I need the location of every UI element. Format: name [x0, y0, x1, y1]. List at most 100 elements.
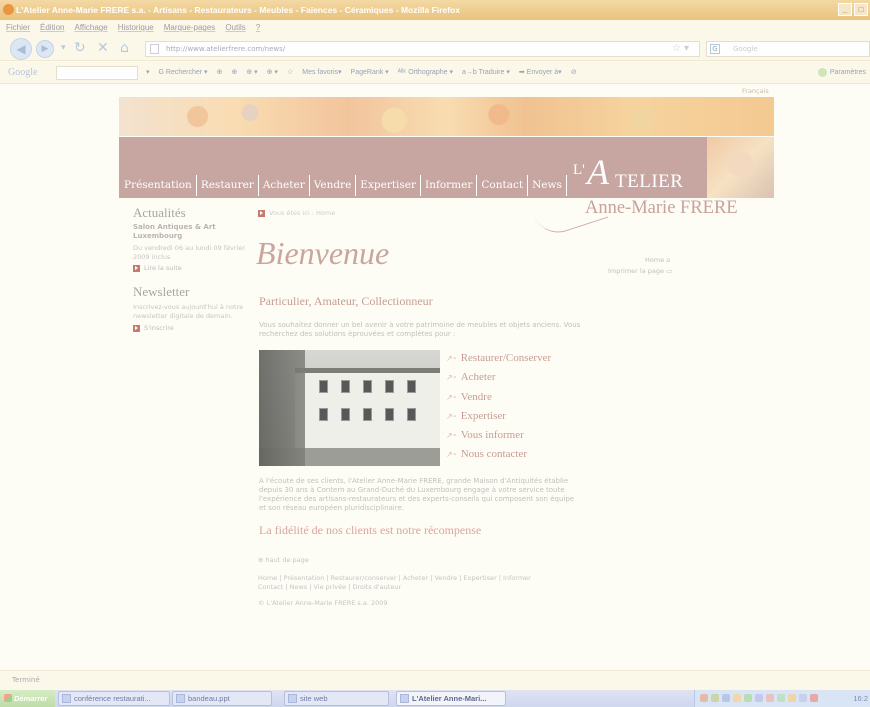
firefox-task-icon	[400, 694, 409, 703]
task-firefox[interactable]: L'Atelier Anne-Mari...	[396, 691, 506, 706]
logo-name: Anne-Marie FRERE	[585, 198, 738, 218]
search-placeholder: Google	[733, 45, 758, 53]
toolbar-icon-4[interactable]: ⊕ ▾	[267, 62, 278, 84]
tray-icon[interactable]	[733, 694, 741, 702]
send-to-button[interactable]: ➡ Envoyer à▾	[519, 62, 562, 84]
menu-help[interactable]: ?	[256, 20, 260, 35]
minimize-button[interactable]: _	[838, 3, 852, 16]
subscribe-link[interactable]: S'inscrire	[133, 324, 174, 332]
print-link[interactable]: Imprimer la page ▭	[608, 267, 672, 275]
tray-icon[interactable]	[777, 694, 785, 702]
maximize-button[interactable]: □	[854, 3, 868, 16]
task-label: site web	[300, 694, 328, 703]
home-icon[interactable]: ⌂	[120, 40, 129, 56]
menu-bookmarks[interactable]: Marque-pages	[164, 20, 216, 35]
pagerank-button[interactable]: PageRank ▾	[351, 62, 389, 84]
google-dropdown-button[interactable]: ▾	[146, 62, 150, 84]
tray-icon[interactable]	[744, 694, 752, 702]
search-engine-icon[interactable]: G	[710, 44, 720, 54]
window-title: L'Atelier Anne-Marie FRERE s.a. - Artisa…	[16, 5, 460, 15]
nav-acheter[interactable]: Acheter	[259, 175, 310, 196]
print-icon: ▭	[666, 267, 673, 275]
newsletter-text: Inscrivez-vous aujourd'hui à notre newsl…	[133, 303, 244, 320]
menu-edit[interactable]: Édition	[40, 20, 64, 35]
link-contacter-label: Nous contacter	[460, 448, 527, 461]
menu-tools[interactable]: Outils	[225, 20, 245, 35]
address-bar[interactable]: http://www.atelierfrere.com/news/ ☆ ▾	[145, 41, 700, 57]
link-informer[interactable]: ↗⁃ Vous informer	[446, 428, 551, 447]
link-acheter[interactable]: ↗⁃ Acheter	[446, 370, 551, 389]
google-search-button[interactable]: G Rechercher ▾	[159, 62, 208, 84]
language-link[interactable]: Français	[742, 87, 769, 95]
photo-window	[319, 408, 328, 421]
tray-icon[interactable]	[766, 694, 774, 702]
back-button[interactable]: ◀	[10, 38, 32, 60]
task-bandeau[interactable]: bandeau.ppt	[172, 691, 272, 706]
read-more-link[interactable]: Lire la suite	[133, 264, 182, 272]
decorative-banner	[119, 97, 774, 136]
service-links: ↗⁃ Restaurer/Conserver ↗⁃ Acheter ↗⁃ Vendre…	[446, 351, 551, 467]
tray-icon[interactable]	[700, 694, 708, 702]
photo-window	[319, 380, 328, 393]
navigation-toolbar: ◀ ▶ ▾ ↻ ✕ ⌂ http://www.atelierfrere.com/…	[0, 35, 870, 61]
nav-expertiser[interactable]: Expertiser	[356, 175, 422, 196]
history-dropdown-icon[interactable]: ▾	[61, 43, 66, 53]
toolbar-icon-3[interactable]: ⊕ ▾	[246, 62, 257, 84]
photo-window	[363, 380, 372, 393]
home-small-icon: ⌂	[666, 256, 671, 264]
tray-icons	[700, 694, 818, 702]
settings-label: Paramètres	[829, 69, 866, 76]
link-vendre[interactable]: ↗⁃ Vendre	[446, 390, 551, 409]
footer-links[interactable]: Home | Présentation | Restaurer/conserve…	[258, 574, 558, 591]
page-viewport[interactable]: Français Présentation Restaurer Acheter …	[0, 85, 870, 670]
toolbar-icon-1[interactable]: ⊕	[217, 62, 223, 84]
menu-view[interactable]: Affichage	[74, 20, 107, 35]
nav-informer[interactable]: Informer	[421, 175, 478, 196]
task-label: bandeau.ppt	[188, 694, 230, 703]
menu-file[interactable]: Fichier	[6, 20, 30, 35]
nav-restaurer[interactable]: Restaurer	[197, 175, 259, 196]
nav-vendre[interactable]: Vendre	[310, 175, 357, 196]
forward-button[interactable]: ▶	[36, 40, 54, 58]
breadcrumb-text: Vous êtes ici : Home	[269, 209, 336, 217]
tray-icon[interactable]	[810, 694, 818, 702]
settings-button[interactable]: Paramètres	[817, 62, 866, 84]
tray-icon[interactable]	[711, 694, 719, 702]
spellcheck-button[interactable]: ᴬᴮᶜ Orthographe ▾	[398, 62, 453, 84]
status-text: Terminé	[12, 676, 40, 684]
tray-icon[interactable]	[755, 694, 763, 702]
stop-icon[interactable]: ✕	[97, 40, 109, 56]
back-to-top-link[interactable]: ⊕ haut de page	[258, 556, 309, 564]
link-contacter[interactable]: ↗⁃ Nous contacter	[446, 447, 551, 466]
task-site-web[interactable]: site web	[284, 691, 389, 706]
menu-history[interactable]: Historique	[118, 20, 154, 35]
tray-icon[interactable]	[799, 694, 807, 702]
toolbar-icon-2[interactable]: ⊕	[231, 62, 237, 84]
pen-icon[interactable]: ⊘	[571, 62, 577, 84]
google-search-input[interactable]	[56, 66, 138, 80]
nav-news[interactable]: News	[528, 175, 567, 196]
task-conference[interactable]: conférence restaurati...	[58, 691, 170, 706]
bookmark-star-icon[interactable]: ☆ ▾	[672, 42, 689, 56]
nav-contact[interactable]: Contact	[477, 175, 529, 196]
home-link[interactable]: Home ⌂	[645, 256, 670, 264]
link-restaurer[interactable]: ↗⁃ Restaurer/Conserver	[446, 351, 551, 370]
tray-icon[interactable]	[722, 694, 730, 702]
back-to-top-label: haut de page	[265, 556, 309, 564]
news-headline[interactable]: Salon Antiques & Art Luxembourg	[133, 223, 253, 241]
about-text: A l'écoute de ses clients, l'Atelier Ann…	[259, 477, 575, 512]
arrow-icon: ↗⁃	[446, 392, 457, 402]
arrow-icon: ↗⁃	[446, 431, 457, 441]
translate-button[interactable]: a→b Traduire ▾	[462, 62, 510, 84]
star-icon[interactable]: ☆	[287, 62, 293, 84]
arrow-bullet-icon	[258, 209, 265, 217]
window-titlebar: L'Atelier Anne-Marie FRERE s.a. - Artisa…	[0, 0, 870, 20]
section-subtitle: Particulier, Amateur, Collectionneur	[259, 294, 433, 308]
tray-icon[interactable]	[788, 694, 796, 702]
favorites-button[interactable]: Mes favoris▾	[302, 62, 341, 84]
link-expertiser[interactable]: ↗⁃ Expertiser	[446, 409, 551, 428]
start-button[interactable]: Démarrer	[0, 690, 55, 707]
nav-presentation[interactable]: Présentation	[121, 175, 197, 196]
reload-icon[interactable]: ↻	[74, 40, 86, 56]
search-bar[interactable]: G Google	[706, 41, 870, 57]
